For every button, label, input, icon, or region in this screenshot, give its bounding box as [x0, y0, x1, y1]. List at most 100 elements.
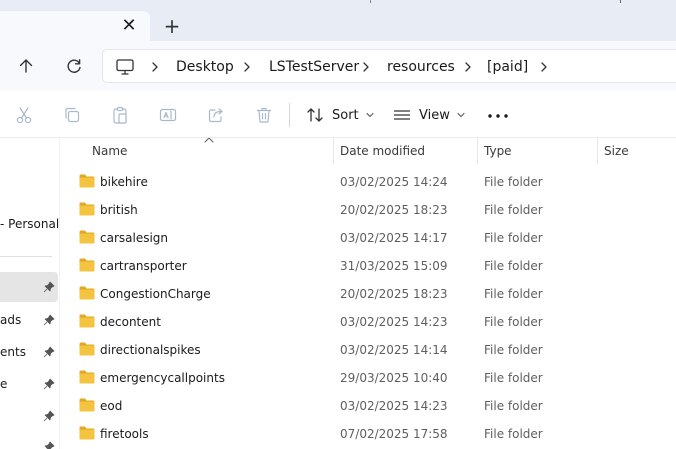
folder-icon	[79, 426, 95, 440]
folder-icon	[79, 314, 95, 328]
file-date-modified: 07/02/2025 17:58	[340, 427, 448, 441]
file-name[interactable]: british	[100, 202, 138, 218]
column-resize-handle[interactable]	[597, 138, 598, 164]
file-name[interactable]: emergencycallpoints	[100, 370, 225, 386]
folder-icon	[79, 286, 95, 300]
table-row[interactable]: bikehire 03/02/2025 14:24 File folder	[61, 168, 676, 196]
folder-icon	[79, 230, 95, 244]
column-header-type[interactable]: Type	[484, 143, 512, 159]
view-button[interactable]: View	[393, 102, 473, 128]
file-name[interactable]: decontent	[100, 314, 161, 330]
folder-icon	[79, 398, 95, 412]
file-name[interactable]: firetools	[100, 426, 149, 442]
command-separator	[289, 103, 290, 127]
nav-item-documents[interactable]: ents	[0, 344, 26, 360]
file-date-modified: 29/03/2025 10:40	[340, 371, 448, 385]
file-name[interactable]: directionalspikes	[100, 342, 201, 358]
cut-icon[interactable]	[14, 105, 34, 125]
file-date-modified: 03/02/2025 14:23	[340, 399, 448, 413]
nav-item-onedrive-personal[interactable]: - Personal	[0, 216, 59, 232]
file-list: Name Date modified Type Size bikehire 03/…	[61, 138, 676, 449]
table-row[interactable]: directionalspikes 03/02/2025 14:14 File fo…	[61, 336, 676, 364]
table-row[interactable]: eod 03/02/2025 14:23 File folder	[61, 392, 676, 420]
file-date-modified: 03/02/2025 14:24	[340, 175, 448, 189]
caption-button-area	[620, 0, 676, 3]
column-header-date[interactable]: Date modified	[340, 143, 425, 159]
file-date-modified: 20/02/2025 18:23	[340, 203, 448, 217]
breadcrumb-paid[interactable]: [paid]	[487, 58, 528, 76]
chevron-right-icon[interactable]	[242, 61, 252, 73]
table-row[interactable]: firetools 07/02/2025 17:58 File folder	[61, 420, 676, 448]
titlebar-divider	[370, 0, 371, 3]
view-lines-icon	[393, 110, 411, 120]
folder-icon	[79, 258, 95, 272]
table-row[interactable]: CongestionCharge 20/02/2025 18:23 File fol…	[61, 280, 676, 308]
column-resize-handle[interactable]	[477, 138, 478, 164]
this-pc-icon[interactable]	[115, 58, 135, 76]
table-row[interactable]: cartransporter 31/03/2025 15:09 File folde…	[61, 252, 676, 280]
sort-ascending-icon	[204, 138, 214, 143]
chevron-right-icon[interactable]	[463, 61, 473, 73]
file-type: File folder	[484, 427, 543, 441]
chevron-down-icon	[366, 112, 374, 118]
paste-icon[interactable]	[110, 105, 130, 125]
file-date-modified: 31/03/2025 15:09	[340, 259, 448, 273]
copy-icon[interactable]	[62, 105, 82, 125]
breadcrumb-resources[interactable]: resources	[387, 58, 455, 76]
up-arrow-icon[interactable]	[13, 53, 39, 79]
nav-separator	[0, 256, 52, 257]
navigation-pane: - Personal ads ents e	[0, 138, 60, 449]
nav-item-downloads[interactable]: ads	[0, 312, 21, 328]
breadcrumb-desktop[interactable]: Desktop	[176, 58, 234, 76]
file-name[interactable]: carsalesign	[100, 230, 168, 246]
file-type: File folder	[484, 259, 543, 273]
file-type: File folder	[484, 343, 543, 357]
table-row[interactable]: emergencycallpoints 29/03/2025 10:40 File …	[61, 364, 676, 392]
pin-icon[interactable]	[43, 346, 55, 358]
file-type: File folder	[484, 175, 543, 189]
refresh-icon[interactable]	[61, 53, 87, 79]
pin-icon[interactable]	[43, 410, 55, 422]
sort-icon	[307, 108, 323, 122]
table-row[interactable]: carsalesign 03/02/2025 14:17 File folder	[61, 224, 676, 252]
file-type: File folder	[484, 371, 543, 385]
active-tab[interactable]: ✕	[0, 11, 150, 41]
chevron-right-icon[interactable]	[539, 61, 549, 73]
close-tab-icon[interactable]: ✕	[119, 16, 139, 36]
rename-icon[interactable]	[158, 105, 178, 125]
sort-button[interactable]: Sort	[306, 102, 382, 128]
file-date-modified: 03/02/2025 14:17	[340, 231, 448, 245]
file-name[interactable]: bikehire	[100, 174, 148, 190]
nav-item-pictures[interactable]: e	[0, 376, 7, 392]
pin-icon[interactable]	[43, 378, 55, 390]
file-name[interactable]: eod	[100, 398, 122, 414]
chevron-right-icon[interactable]	[150, 61, 160, 73]
file-name[interactable]: cartransporter	[100, 258, 187, 274]
sort-label: Sort	[332, 107, 359, 123]
column-header-size[interactable]: Size	[604, 143, 629, 159]
pin-icon[interactable]	[43, 441, 55, 449]
file-type: File folder	[484, 203, 543, 217]
breadcrumb-lstestserver[interactable]: LSTestServer	[269, 58, 359, 76]
address-bar[interactable]: Desktop LSTestServer resources [paid]	[102, 49, 676, 83]
table-row[interactable]: british 20/02/2025 18:23 File folder	[61, 196, 676, 224]
new-tab-icon[interactable]: +	[160, 14, 184, 38]
file-date-modified: 20/02/2025 18:23	[340, 287, 448, 301]
file-date-modified: 03/02/2025 14:14	[340, 343, 448, 357]
file-date-modified: 03/02/2025 14:23	[340, 315, 448, 329]
chevron-right-icon[interactable]	[361, 61, 371, 73]
folder-icon	[79, 342, 95, 356]
pin-icon[interactable]	[43, 314, 55, 326]
tab-strip: ✕ +	[0, 0, 676, 41]
more-options-icon[interactable]	[486, 113, 510, 119]
view-label: View	[419, 107, 450, 123]
file-name[interactable]: CongestionCharge	[100, 286, 211, 302]
file-type: File folder	[484, 399, 543, 413]
column-resize-handle[interactable]	[333, 138, 334, 164]
pin-icon[interactable]	[43, 281, 55, 293]
address-row: Desktop LSTestServer resources [paid]	[0, 41, 676, 91]
share-icon[interactable]	[206, 105, 226, 125]
table-row[interactable]: decontent 03/02/2025 14:23 File folder	[61, 308, 676, 336]
column-header-name[interactable]: Name	[92, 143, 127, 159]
delete-icon[interactable]	[254, 105, 274, 125]
